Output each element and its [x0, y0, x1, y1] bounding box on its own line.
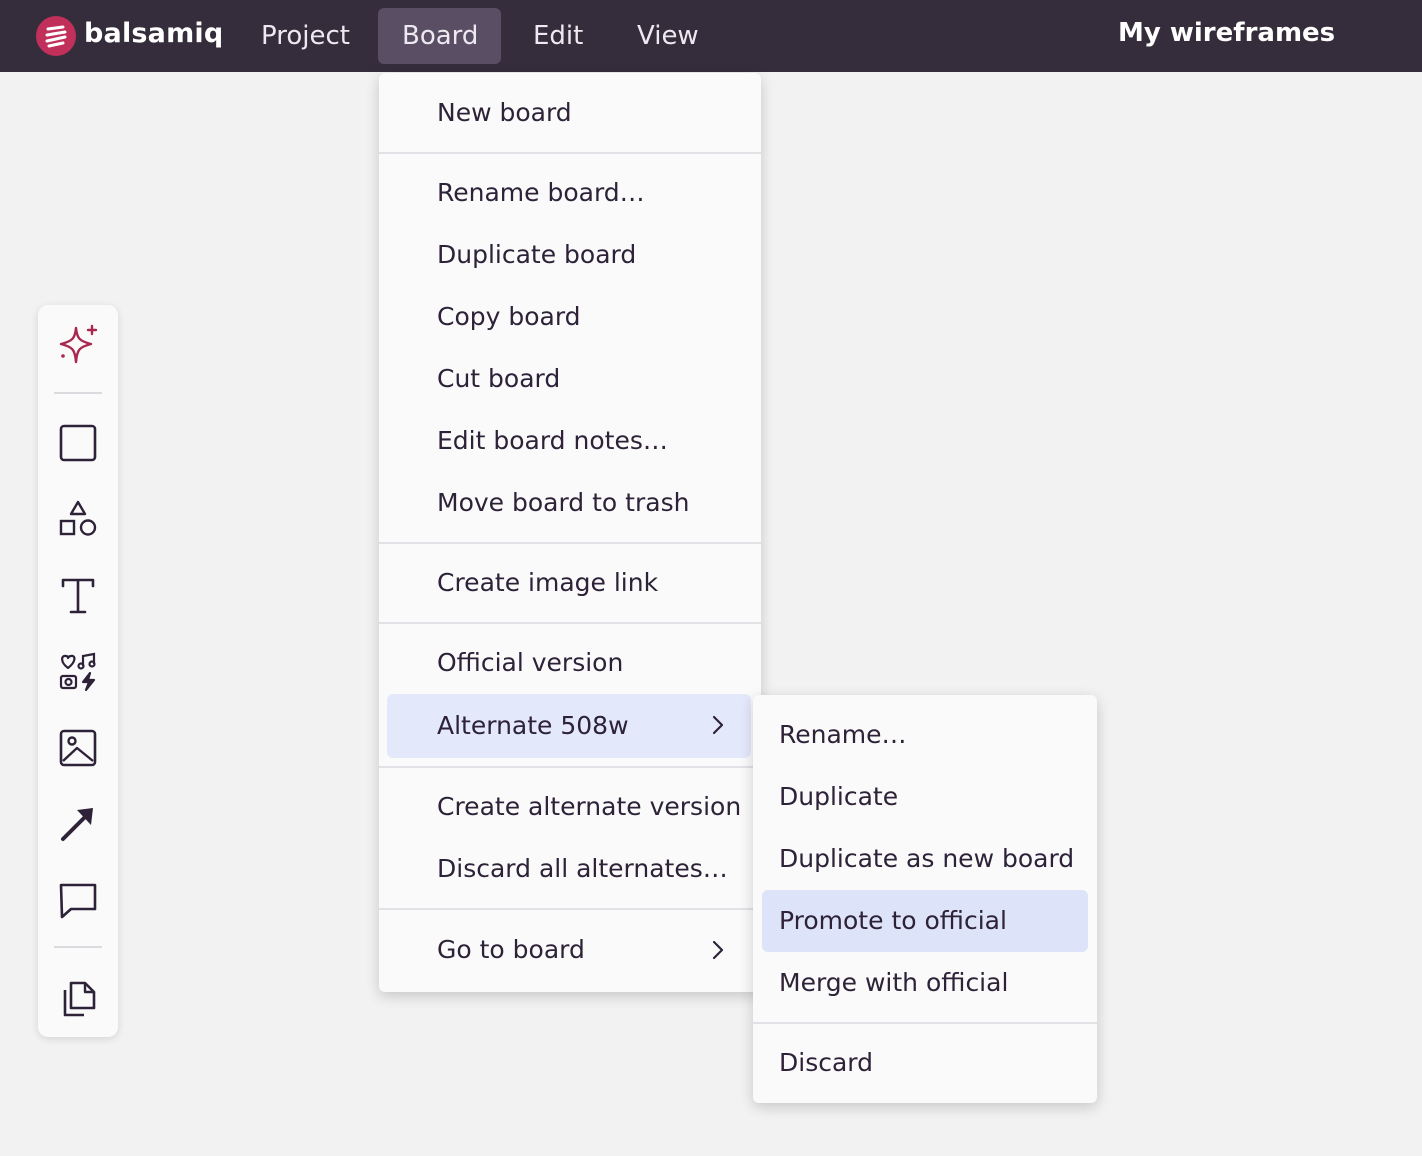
submenu-item-promote-to-official[interactable]: Promote to official	[762, 890, 1088, 952]
submenu-item-merge-with-official[interactable]: Merge with official	[762, 952, 1088, 1014]
image-icon[interactable]	[55, 725, 101, 771]
balsamiq-logo-icon[interactable]	[36, 16, 76, 56]
menubar: balsamiq Project Board Edit View My wire…	[0, 0, 1422, 72]
menu-item-create-alternate-version[interactable]: Create alternate version	[387, 776, 751, 838]
menu-item-new-board[interactable]: New board	[387, 82, 751, 144]
ai-sparkle-icon[interactable]	[55, 322, 101, 368]
menu-item-official-version[interactable]: Official version	[387, 632, 751, 694]
menu-item-create-image-link[interactable]: Create image link	[387, 552, 751, 614]
alternate-submenu: Rename… Duplicate Duplicate as new board…	[753, 695, 1097, 1103]
shapes-icon[interactable]	[55, 497, 101, 543]
arrow-icon[interactable]	[55, 801, 101, 847]
board-menu: New board Rename board… Duplicate board …	[379, 73, 761, 992]
toolbar-divider	[54, 392, 102, 394]
rectangle-icon[interactable]	[55, 420, 101, 466]
copy-pages-icon[interactable]	[55, 973, 101, 1019]
menu-separator	[379, 152, 761, 154]
icons-library-icon[interactable]	[55, 649, 101, 695]
menu-item-go-to-board-label: Go to board	[437, 935, 585, 964]
menu-item-discard-all-alternates[interactable]: Discard all alternates…	[387, 838, 751, 900]
submenu-item-duplicate-as-new-board[interactable]: Duplicate as new board	[762, 828, 1088, 890]
chevron-right-icon	[712, 940, 724, 960]
menu-separator	[379, 622, 761, 624]
toolbar-divider	[54, 946, 102, 948]
menu-edit[interactable]: Edit	[509, 8, 607, 64]
left-toolbar	[38, 305, 118, 1037]
menu-item-copy-board[interactable]: Copy board	[387, 286, 751, 348]
menu-separator	[379, 542, 761, 544]
menu-item-move-board-to-trash[interactable]: Move board to trash	[387, 472, 751, 534]
brand-name[interactable]: balsamiq	[84, 18, 223, 49]
menu-separator	[379, 908, 761, 910]
menu-item-go-to-board[interactable]: Go to board	[387, 919, 751, 981]
menu-separator	[753, 1022, 1097, 1024]
comment-icon[interactable]	[55, 877, 101, 923]
menu-item-duplicate-board[interactable]: Duplicate board	[387, 224, 751, 286]
chevron-right-icon	[712, 715, 724, 735]
menu-item-alternate[interactable]: Alternate 508w	[387, 694, 751, 758]
menu-item-rename-board[interactable]: Rename board…	[387, 162, 751, 224]
menu-project[interactable]: Project	[237, 8, 374, 64]
menu-board[interactable]: Board	[378, 8, 501, 64]
menu-view[interactable]: View	[613, 8, 723, 64]
menu-item-alternate-label: Alternate 508w	[437, 711, 629, 740]
text-icon[interactable]	[55, 573, 101, 619]
submenu-item-duplicate[interactable]: Duplicate	[762, 766, 1088, 828]
menu-item-cut-board[interactable]: Cut board	[387, 348, 751, 410]
menu-separator	[379, 766, 761, 768]
submenu-item-rename[interactable]: Rename…	[762, 704, 1088, 766]
menu-item-edit-board-notes[interactable]: Edit board notes…	[387, 410, 751, 472]
submenu-item-discard[interactable]: Discard	[762, 1032, 1088, 1094]
my-wireframes-link[interactable]: My wireframes	[1118, 18, 1335, 48]
